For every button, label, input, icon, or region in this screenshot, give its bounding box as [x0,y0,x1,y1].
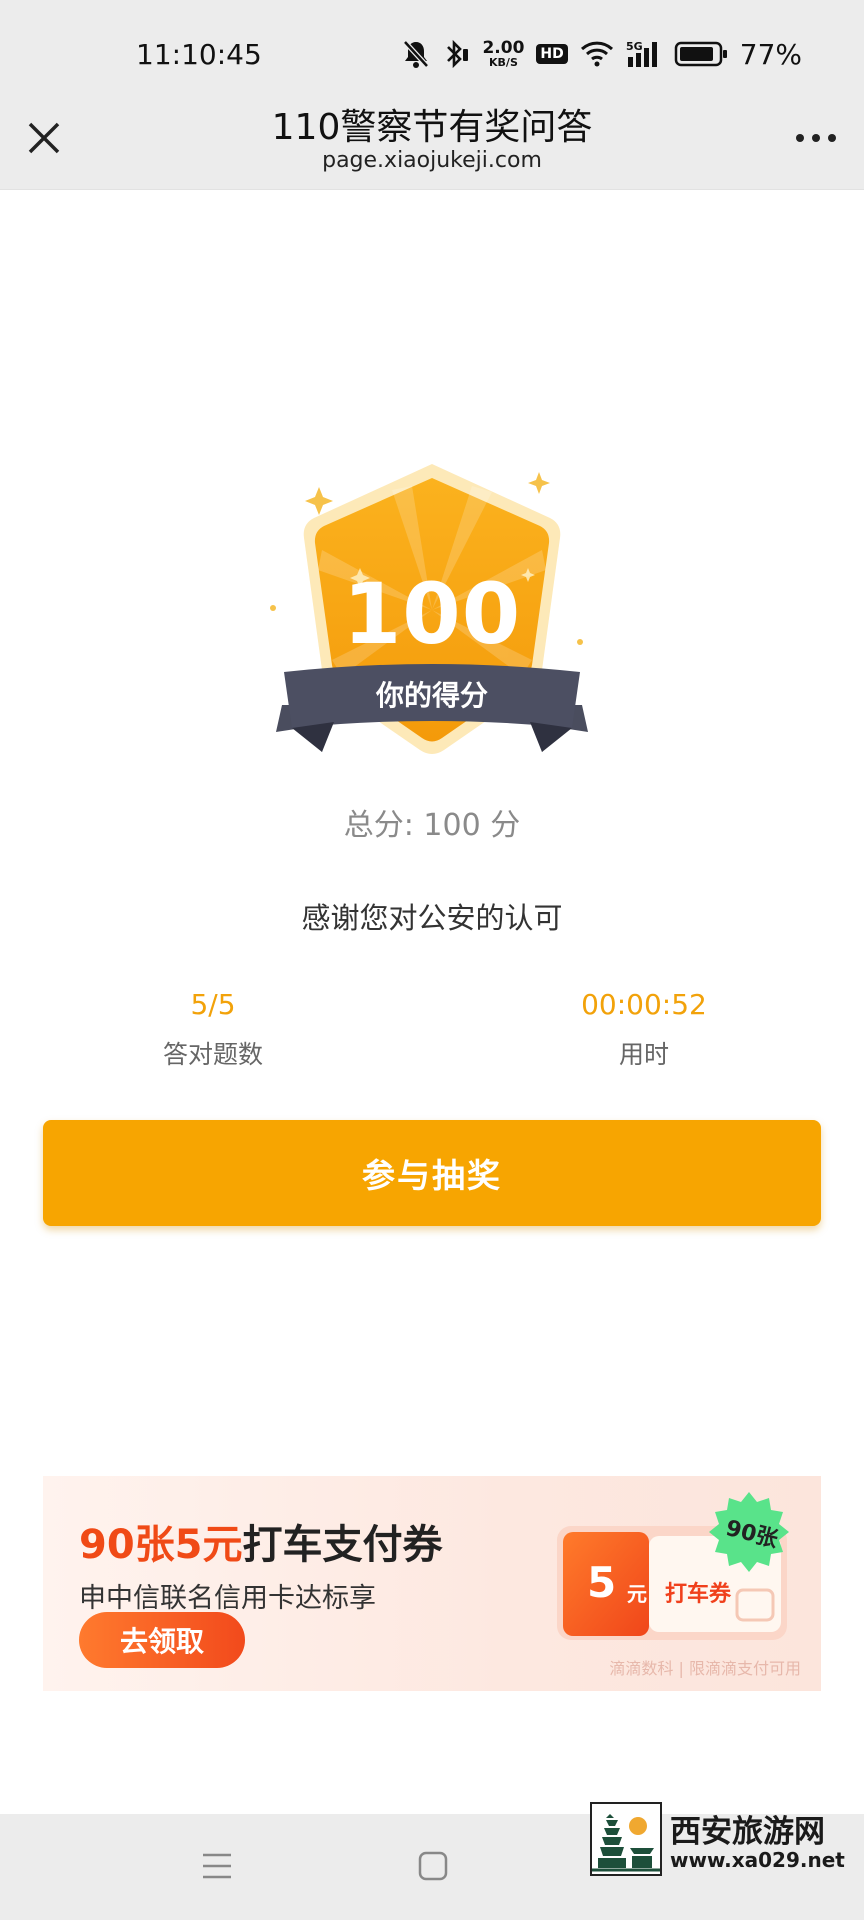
network-speed-value: 2.00 [482,38,525,58]
ad-title-highlight: 90张5元 [79,1522,243,1568]
wifi-icon [580,40,614,68]
quiz-result-screen: 11:10:45 2.00 KB/S HD 5G 77% 110警察节有奖问答 … [0,0,864,1920]
pagoda-logo-icon [590,1802,662,1876]
time-used-value: 00:00:52 [581,988,707,1021]
ad-title: 90张5元打车支付券 [79,1512,443,1570]
stat-correct-answers: 5/5 答对题数 [63,988,363,1071]
nav-menu-button[interactable] [200,1850,234,1882]
status-icons: 2.00 KB/S HD 5G 77% [402,34,802,74]
thanks-message: 感谢您对公安的认可 [301,901,563,935]
coupon-label: 打车券 [665,1582,732,1607]
time-used-label: 用时 [618,1040,669,1069]
page-title: 110警察节有奖问答 [271,107,593,148]
ad-footnote: 滴滴数科 | 限滴滴支付可用 [609,1659,801,1678]
coupon-unit: 元 [627,1582,647,1606]
coupon-amount: 5 [587,1558,617,1607]
svg-text:5G: 5G [626,40,643,53]
correct-answers-value: 5/5 [190,988,236,1021]
menu-icon [203,1853,231,1879]
more-options-button[interactable] [792,120,840,156]
status-time: 11:10:45 [136,38,262,71]
watermark-name: 西安旅游网 [670,1814,825,1850]
home-square-icon [418,1851,448,1881]
nav-home-button[interactable] [418,1850,448,1882]
page-domain: page.xiaojukeji.com [322,148,542,173]
watermark-url: www.xa029.net [670,1848,845,1872]
score-badge: 100 你的得分 [262,460,602,775]
bell-mute-icon [402,39,430,69]
total-score: 总分: 100 分 [343,808,521,843]
stat-time-used: 00:00:52 用时 [494,988,794,1071]
battery-icon [674,40,728,68]
ad-title-rest: 打车支付券 [242,1522,443,1568]
correct-answers-label: 答对题数 [162,1040,263,1069]
network-speed-unit: KB/S [489,56,518,69]
browser-title-bar: 110警察节有奖问答 page.xiaojukeji.com [0,90,864,190]
ad-subtitle: 申中信联名信用卡达标享 [79,1583,376,1614]
site-watermark: 西安旅游网 www.xa029.net [590,1800,845,1880]
more-dots-icon [796,134,836,142]
score-label: 你的得分 [375,679,488,712]
score-value: 100 [342,565,522,663]
join-lottery-button[interactable]: 参与抽奖 [43,1120,821,1226]
network-speed: 2.00 KB/S [482,38,525,69]
ad-claim-button[interactable]: 去领取 [79,1612,245,1668]
ad-banner[interactable]: 90张5元打车支付券 申中信联名信用卡达标享 去领取 5 元 打车券 90张 滴… [43,1476,821,1691]
bluetooth-icon [442,39,470,69]
battery-percent: 77% [739,37,802,71]
hd-badge: HD [536,44,568,64]
coupon-illustration: 5 元 打车券 90张 [553,1492,803,1652]
signal-5g-icon: 5G [626,39,662,69]
